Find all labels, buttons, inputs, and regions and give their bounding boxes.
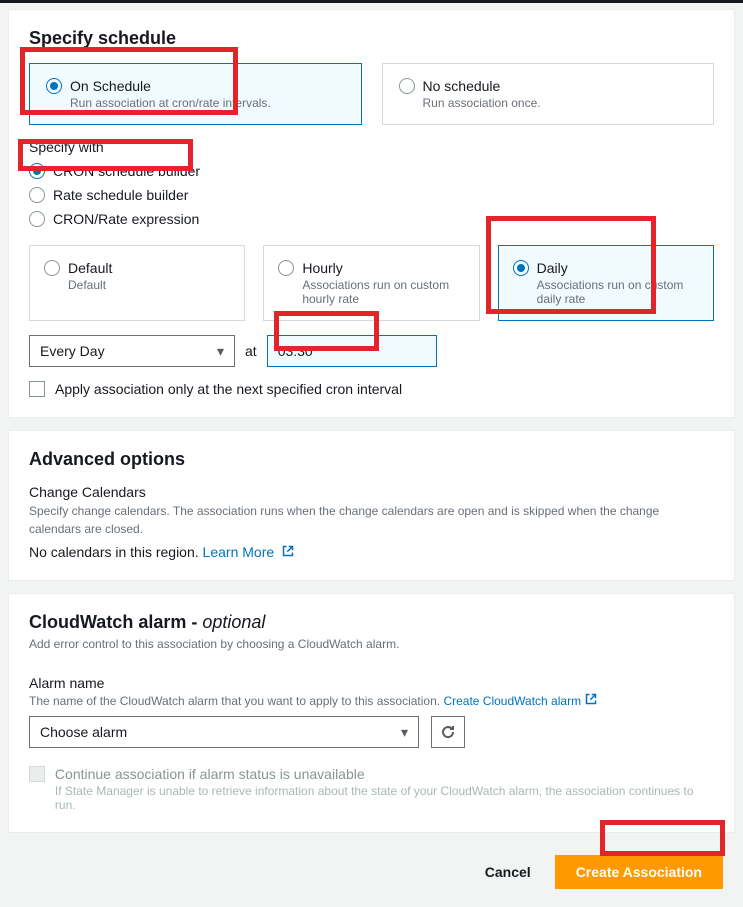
cloudwatch-alarm-title: CloudWatch alarm - optional xyxy=(29,612,714,633)
change-calendars-desc: Specify change calendars. The associatio… xyxy=(29,502,714,538)
cron-builder-label: CRON schedule builder xyxy=(53,163,200,179)
every-day-select[interactable]: Every Day ▾ xyxy=(29,335,235,367)
schedule-mode-no-schedule[interactable]: No schedule Run association once. xyxy=(382,63,715,125)
no-schedule-radio[interactable] xyxy=(399,78,415,94)
choose-alarm-placeholder: Choose alarm xyxy=(40,724,127,740)
learn-more-link[interactable]: Learn More xyxy=(203,544,294,560)
continue-if-unavailable-checkbox xyxy=(29,766,45,782)
cron-builder-radio[interactable] xyxy=(29,163,45,179)
alarm-name-label: Alarm name xyxy=(29,675,714,691)
freq-card-daily[interactable]: Daily Associations run on custom daily r… xyxy=(498,245,714,321)
specify-with-rate-builder[interactable]: Rate schedule builder xyxy=(29,187,714,203)
freq-hourly-label: Hourly xyxy=(302,260,342,276)
freq-card-hourly[interactable]: Hourly Associations run on custom hourly… xyxy=(263,245,479,321)
cancel-button[interactable]: Cancel xyxy=(479,856,537,888)
cloudwatch-desc: Add error control to this association by… xyxy=(29,637,714,651)
freq-daily-desc: Associations run on custom daily rate xyxy=(537,278,699,306)
choose-alarm-select[interactable]: Choose alarm ▾ xyxy=(29,716,419,748)
on-schedule-label: On Schedule xyxy=(70,78,151,94)
apply-next-interval-checkbox[interactable] xyxy=(29,381,45,397)
freq-card-default[interactable]: Default Default xyxy=(29,245,245,321)
cloudwatch-title-optional: optional xyxy=(202,612,265,632)
on-schedule-desc: Run association at cron/rate intervals. xyxy=(70,96,345,110)
specify-with-cron-builder[interactable]: CRON schedule builder xyxy=(29,163,714,179)
continue-if-unavailable-label: Continue association if alarm status is … xyxy=(55,766,714,782)
create-association-button[interactable]: Create Association xyxy=(555,855,723,889)
no-calendars-text: No calendars in this region. xyxy=(29,544,199,560)
freq-daily-radio[interactable] xyxy=(513,260,529,276)
freq-default-label: Default xyxy=(68,260,112,276)
cron-rate-expr-label: CRON/Rate expression xyxy=(53,211,199,227)
specify-with-cron-rate-expression[interactable]: CRON/Rate expression xyxy=(29,211,714,227)
cloudwatch-title-dash: - xyxy=(186,612,202,632)
freq-hourly-desc: Associations run on custom hourly rate xyxy=(302,278,464,306)
freq-default-radio[interactable] xyxy=(44,260,60,276)
create-alarm-link-label: Create CloudWatch alarm xyxy=(443,694,581,708)
change-calendars-label: Change Calendars xyxy=(29,484,714,500)
freq-daily-label: Daily xyxy=(537,260,568,276)
rate-builder-radio[interactable] xyxy=(29,187,45,203)
external-link-icon xyxy=(282,545,294,557)
advanced-options-title: Advanced options xyxy=(29,449,714,470)
time-input[interactable] xyxy=(267,335,437,367)
schedule-mode-on-schedule[interactable]: On Schedule Run association at cron/rate… xyxy=(29,63,362,125)
no-schedule-desc: Run association once. xyxy=(423,96,698,110)
specify-with-label: Specify with xyxy=(29,139,714,155)
refresh-button[interactable] xyxy=(431,716,465,748)
create-cloudwatch-alarm-link[interactable]: Create CloudWatch alarm xyxy=(443,694,597,708)
learn-more-label: Learn More xyxy=(203,544,275,560)
cron-rate-expr-radio[interactable] xyxy=(29,211,45,227)
cloudwatch-title-main: CloudWatch alarm xyxy=(29,612,186,632)
on-schedule-radio[interactable] xyxy=(46,78,62,94)
caret-down-icon: ▾ xyxy=(401,724,408,741)
alarm-name-desc: The name of the CloudWatch alarm that yo… xyxy=(29,694,443,708)
specify-schedule-title: Specify schedule xyxy=(29,28,714,49)
every-day-select-value: Every Day xyxy=(40,343,105,359)
apply-next-interval-label: Apply association only at the next speci… xyxy=(55,381,402,397)
rate-builder-label: Rate schedule builder xyxy=(53,187,188,203)
no-schedule-label: No schedule xyxy=(423,78,501,94)
caret-down-icon: ▾ xyxy=(217,343,224,360)
freq-default-desc: Default xyxy=(68,278,230,292)
at-label: at xyxy=(245,343,257,359)
freq-hourly-radio[interactable] xyxy=(278,260,294,276)
refresh-icon xyxy=(440,724,456,740)
external-link-icon xyxy=(585,693,597,705)
continue-if-unavailable-desc: If State Manager is unable to retrieve i… xyxy=(55,784,714,812)
